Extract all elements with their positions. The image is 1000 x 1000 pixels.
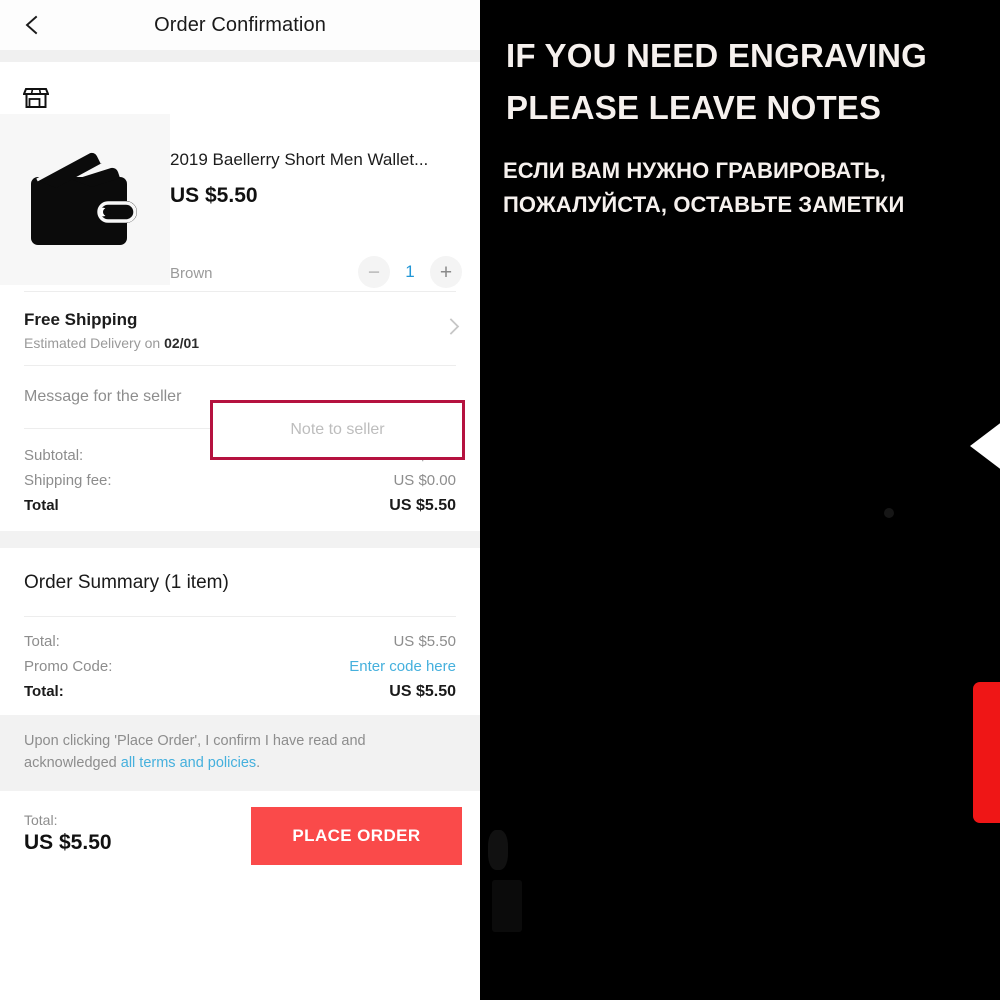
summary-total-value: US $5.50 <box>393 633 456 650</box>
promo-code-label: Promo Code: <box>24 658 113 675</box>
product-title[interactable]: 2019 Baellerry Short Men Wallet... <box>170 150 480 170</box>
total-value: US $5.50 <box>389 497 456 514</box>
section-divider-band <box>0 531 480 548</box>
chevron-right-icon[interactable] <box>448 314 462 343</box>
quantity-stepper[interactable]: − 1 + <box>358 256 462 288</box>
nav-bar: Order Confirmation <box>0 0 480 50</box>
product-section: 2019 Baellerry Short Men Wallet... US $5… <box>0 62 480 291</box>
bottom-total-value: US $5.50 <box>24 831 112 854</box>
product-image[interactable] <box>0 114 170 285</box>
quantity-value: 1 <box>405 262 415 281</box>
no-remark-banner: NO remark we will send as no-engraving <box>973 682 1000 823</box>
terms-and-policies-link[interactable]: all terms and policies <box>121 755 256 771</box>
seller-note-label: Message for the seller <box>24 388 182 405</box>
promo-headline-russian: ЕСЛИ ВАМ НУЖНО ГРАВИРОВАТЬ, ПОЖАЛУЙСТА, … <box>503 154 1000 222</box>
promo-headline-line1: IF YOU NEED ENGRAVING <box>506 37 928 74</box>
seller-note-placeholder: Note to seller <box>290 421 385 438</box>
terms-notice: Upon clicking 'Place Order', I confirm I… <box>0 715 480 791</box>
image-artifact <box>884 508 894 518</box>
quantity-decrease-button[interactable]: − <box>358 256 390 288</box>
table-row[interactable]: Promo Code: Enter code here <box>24 654 456 679</box>
promo-headline-line2: PLEASE LEAVE NOTES <box>506 89 882 127</box>
checkout-bottom-bar: Total: US $5.50 PLACE ORDER <box>0 790 480 877</box>
table-row: Total: US $5.50 <box>24 629 456 654</box>
place-order-button[interactable]: PLACE ORDER <box>251 806 462 865</box>
shipping-estimate-prefix: Estimated Delivery on <box>24 335 165 351</box>
bottom-total-group: Total: US $5.50 <box>24 812 112 855</box>
summary-grand-total-value: US $5.50 <box>389 683 456 700</box>
subtotal-label: Subtotal: <box>24 447 84 464</box>
chevron-left-icon[interactable] <box>20 13 44 37</box>
bottom-total-label: Total: <box>24 812 58 828</box>
shipping-estimate-date: 02/01 <box>164 335 200 351</box>
seller-note-input[interactable]: Note to seller <box>210 400 465 460</box>
image-artifact-bottom <box>492 880 522 932</box>
promo-panel: IF YOU NEED ENGRAVING PLEASE LEAVE NOTES… <box>480 0 1000 1000</box>
total-label: Total <box>24 497 59 514</box>
arrow-left-icon <box>970 396 1000 496</box>
quantity-increase-button[interactable]: + <box>430 256 462 288</box>
shipping-fee-label: Shipping fee: <box>24 472 112 489</box>
summary-grand-total-label: Total: <box>24 683 64 700</box>
checkout-screen: Order Confirmation 2019 Baellerry Short … <box>0 0 480 1000</box>
product-price: US $5.50 <box>170 184 258 207</box>
promo-russian-line1: ЕСЛИ ВАМ НУЖНО ГРАВИРОВАТЬ, <box>503 158 887 183</box>
summary-total-label: Total: <box>24 633 60 650</box>
shipping-fee-value: US $0.00 <box>393 472 456 489</box>
shipping-row[interactable]: Free Shipping Estimated Delivery on 02/0… <box>0 292 480 365</box>
wallet-icon <box>31 149 137 245</box>
order-summary-rows: Total: US $5.50 Promo Code: Enter code h… <box>24 617 456 715</box>
promo-russian-line2: ПОЖАЛУЙСТА, ОСТАВЬТЕ ЗАМЕТКИ <box>503 192 905 218</box>
screenshot-root: Order Confirmation 2019 Baellerry Short … <box>0 0 1000 1000</box>
order-summary-title: Order Summary (1 item) <box>24 572 229 593</box>
storefront-icon[interactable] <box>22 86 50 110</box>
shipping-estimate: Estimated Delivery on 02/01 <box>24 335 456 351</box>
promo-headline: IF YOU NEED ENGRAVING PLEASE LEAVE NOTES <box>506 30 986 134</box>
table-row: Total US $5.50 <box>24 493 456 519</box>
page-title: Order Confirmation <box>154 13 326 36</box>
table-row: Total: US $5.50 <box>24 679 456 705</box>
promo-code-input-link[interactable]: Enter code here <box>349 658 456 675</box>
product-variant[interactable]: Brown <box>170 265 213 282</box>
terms-text-after: . <box>256 754 261 771</box>
image-artifact-left <box>488 830 508 870</box>
table-row: Shipping fee: US $0.00 <box>24 468 456 493</box>
nav-divider-band <box>0 50 480 62</box>
order-summary-section: Order Summary (1 item) Total: US $5.50 P… <box>0 548 480 715</box>
shipping-title: Free Shipping <box>24 310 138 329</box>
